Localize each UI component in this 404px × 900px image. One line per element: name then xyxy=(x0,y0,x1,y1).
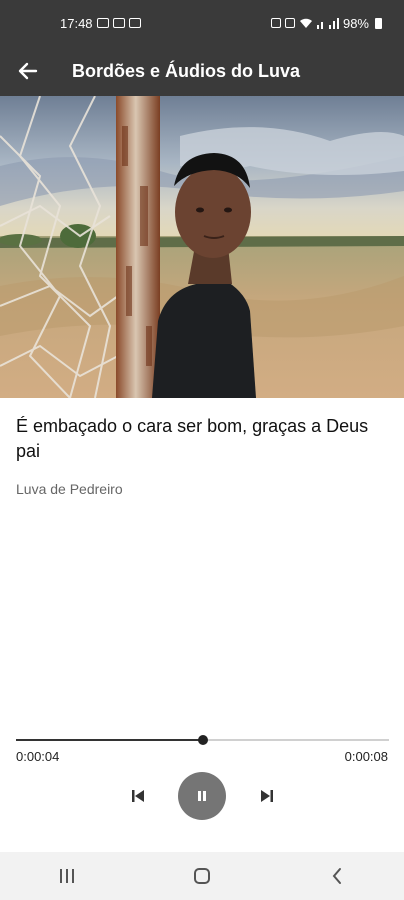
status-bar: 17:48 98% xyxy=(0,0,404,46)
status-right: 98% xyxy=(270,15,382,31)
app-bar: Bordões e Áudios do Luva xyxy=(0,46,404,96)
total-time: 0:00:08 xyxy=(344,749,388,764)
battery-percent: 98% xyxy=(342,15,369,31)
pause-button[interactable] xyxy=(178,772,226,820)
playback-controls xyxy=(0,772,404,820)
message-notification-icon xyxy=(112,18,125,28)
signal-icon xyxy=(316,18,339,29)
wifi-icon xyxy=(299,18,312,28)
track-title: É embaçado o cara ser bom, graças a Deus… xyxy=(16,416,369,461)
track-artwork xyxy=(0,96,404,398)
skip-previous-icon xyxy=(132,790,144,802)
elapsed-time: 0:00:04 xyxy=(16,749,60,764)
back-chevron-icon xyxy=(332,868,341,884)
battery-icon xyxy=(375,17,382,29)
system-nav-bar xyxy=(0,852,404,900)
status-time: 17:48 xyxy=(60,15,93,31)
home-button[interactable] xyxy=(172,852,232,900)
pause-icon xyxy=(198,791,206,801)
nav-back-button[interactable] xyxy=(307,852,367,900)
progress-slider[interactable] xyxy=(16,734,389,746)
artwork-illustration xyxy=(0,96,404,398)
app-title: Bordões e Áudios do Luva xyxy=(72,60,301,81)
mail-notification-icon xyxy=(128,18,141,28)
progress-fill xyxy=(16,739,203,741)
arrow-back-icon xyxy=(18,62,38,80)
recents-icon xyxy=(60,869,75,883)
next-button[interactable] xyxy=(253,782,281,810)
skip-next-icon xyxy=(261,790,273,802)
alarm-icon xyxy=(270,18,281,28)
back-button[interactable] xyxy=(0,46,56,96)
home-icon xyxy=(193,868,210,884)
mute-icon xyxy=(284,18,295,28)
track-artist: Luva de Pedreiro xyxy=(16,481,123,497)
recents-button[interactable] xyxy=(37,852,97,900)
previous-button[interactable] xyxy=(124,782,152,810)
status-left: 17:48 xyxy=(60,16,141,31)
progress-thumb[interactable] xyxy=(197,735,208,745)
gallery-notification-icon xyxy=(96,18,109,28)
